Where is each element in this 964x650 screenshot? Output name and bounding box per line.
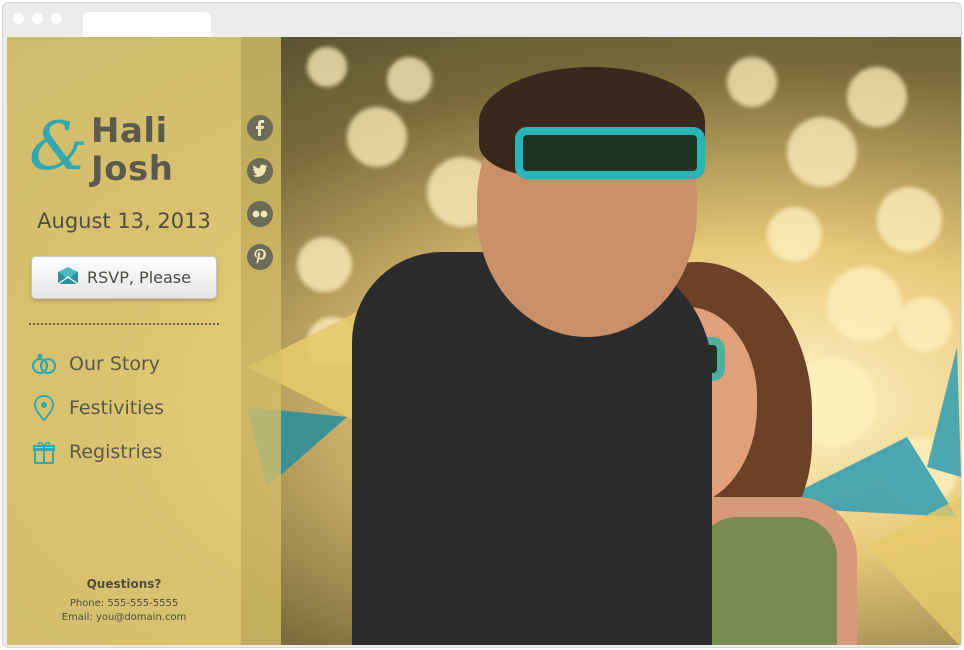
window-minimize-dot[interactable] — [32, 13, 43, 24]
window-maximize-dot[interactable] — [51, 13, 62, 24]
nav-item-registries[interactable]: Registries — [31, 430, 231, 474]
couple-logo[interactable]: & Hali Josh — [29, 107, 229, 197]
nav-label: Our Story — [69, 353, 161, 375]
rsvp-button[interactable]: RSVP, Please — [31, 256, 217, 299]
nav-item-our-story[interactable]: Our Story — [31, 342, 231, 386]
second-name: Josh — [91, 149, 174, 189]
first-name: Hali — [91, 111, 168, 151]
gift-icon — [31, 439, 57, 465]
rsvp-label: RSVP, Please — [87, 268, 191, 287]
nav-label: Festivities — [69, 397, 165, 419]
main-nav: Our Story Festivities Registries — [31, 342, 231, 474]
nav-item-festivities[interactable]: Festivities — [31, 386, 231, 430]
contact-phone: Phone: 555-555-5555 — [69, 598, 179, 609]
page-viewport: & Hali Josh August 13, 2013 RSVP, Please — [7, 37, 961, 645]
envelope-icon — [57, 266, 79, 289]
social-links — [247, 115, 275, 287]
contact-email[interactable]: Email: you@domain.com — [7, 611, 241, 625]
window-close-dot[interactable] — [13, 13, 24, 24]
ampersand-logo-mark: & — [29, 108, 88, 185]
sidebar: & Hali Josh August 13, 2013 RSVP, Please — [7, 37, 241, 645]
rings-icon — [31, 351, 57, 377]
pinterest-icon[interactable] — [247, 244, 273, 270]
map-pin-icon — [31, 395, 57, 421]
questions-heading: Questions? — [86, 577, 162, 591]
facebook-icon[interactable] — [247, 115, 273, 141]
divider — [29, 323, 219, 325]
browser-tab[interactable] — [83, 12, 211, 37]
browser-toolbar — [3, 3, 961, 37]
wedding-date: August 13, 2013 — [37, 209, 211, 233]
twitter-icon[interactable] — [247, 158, 273, 184]
contact-info: Questions? Phone: 555-555-5555 Email: yo… — [7, 577, 241, 625]
flickr-icon[interactable] — [247, 201, 273, 227]
browser-window: & Hali Josh August 13, 2013 RSVP, Please — [2, 2, 962, 648]
nav-label: Registries — [69, 441, 163, 463]
